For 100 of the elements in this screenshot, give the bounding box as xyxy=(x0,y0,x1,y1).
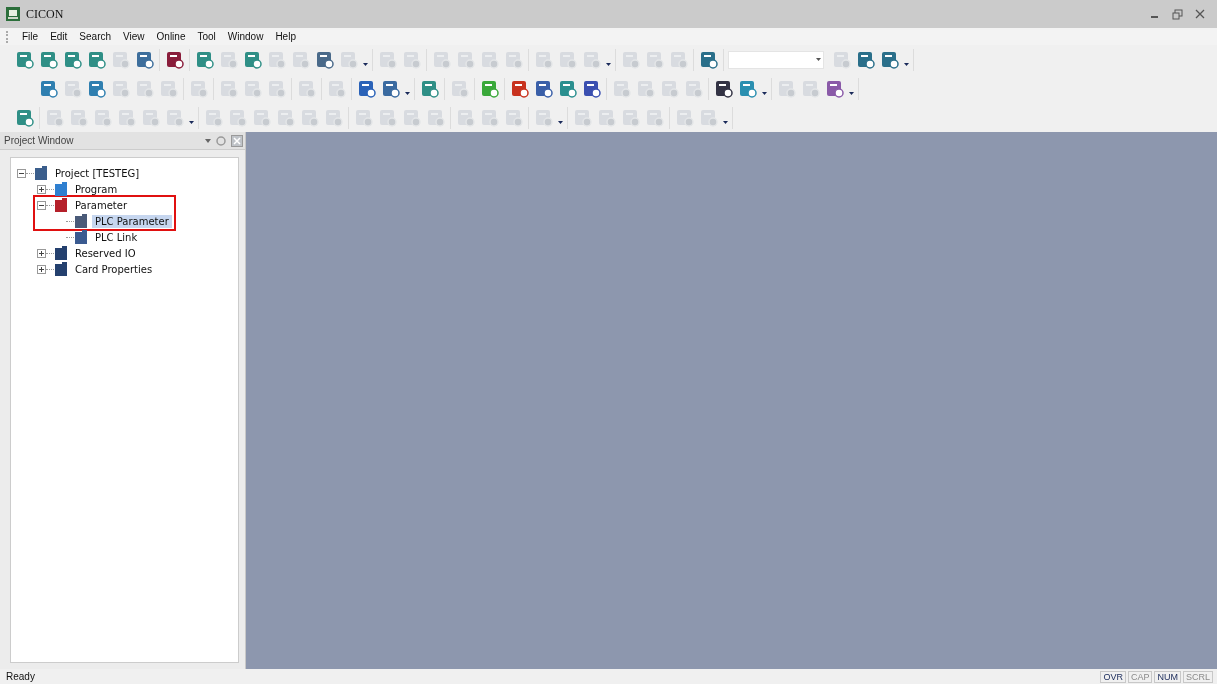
menu-item[interactable]: Search xyxy=(73,31,118,42)
tool-icon xyxy=(39,50,58,69)
tool-icon xyxy=(480,50,499,69)
tool-icon xyxy=(558,50,577,69)
menu-item[interactable]: Edit xyxy=(44,31,74,42)
dropdown-arrow-icon[interactable] xyxy=(363,63,368,66)
menu-item[interactable]: File xyxy=(16,31,45,42)
dropdown-arrow-icon[interactable] xyxy=(849,92,854,95)
dropdown-arrow-icon[interactable] xyxy=(723,121,728,124)
tool-icon xyxy=(645,50,664,69)
tool-icon xyxy=(69,108,88,127)
tool-icon xyxy=(456,108,475,127)
tool-icon xyxy=(880,50,899,69)
tool-icon xyxy=(636,79,655,98)
collapse-icon[interactable] xyxy=(17,168,26,178)
combo-box[interactable] xyxy=(728,50,824,69)
tool-icon xyxy=(267,79,286,98)
tool-icon xyxy=(558,79,577,98)
status-indicator: SCRL xyxy=(1183,670,1213,683)
tool-icon xyxy=(243,79,262,98)
tool-icon xyxy=(324,108,343,127)
tool-icon xyxy=(699,50,718,69)
tool-icon xyxy=(297,79,316,98)
tool-icon xyxy=(597,108,616,127)
tool-icon xyxy=(456,50,475,69)
tool-icon xyxy=(582,50,601,69)
tool-icon xyxy=(378,50,397,69)
tool-icon xyxy=(825,79,844,98)
tool-icon xyxy=(315,50,334,69)
tool-icon xyxy=(219,79,238,98)
tool-icon xyxy=(669,50,688,69)
tool-icon xyxy=(534,50,553,69)
tool-icon xyxy=(141,108,160,127)
close-icon[interactable] xyxy=(231,134,243,147)
expand-icon[interactable] xyxy=(37,184,46,194)
tool-icon xyxy=(450,79,469,98)
tool-icon xyxy=(276,108,295,127)
tool-icon xyxy=(378,108,397,127)
pin-icon[interactable] xyxy=(215,134,227,147)
tool-icon xyxy=(612,79,631,98)
dropdown-arrow-icon xyxy=(816,58,821,61)
dropdown-arrow-icon[interactable] xyxy=(405,92,410,95)
menu-item[interactable]: Window xyxy=(221,31,270,42)
tool-icon xyxy=(510,79,529,98)
tool-icon xyxy=(93,108,112,127)
tool-icon xyxy=(534,108,553,127)
tool-icon xyxy=(111,79,130,98)
tool-icon xyxy=(832,50,851,69)
tool-icon xyxy=(15,50,34,69)
menu-item[interactable]: Online xyxy=(150,31,192,42)
tree-item[interactable]: Project [TESTEG] xyxy=(52,166,143,180)
tool-icon xyxy=(117,108,136,127)
tree-item[interactable]: PLC Parameter xyxy=(92,214,172,228)
status-indicator: NUM xyxy=(1154,670,1181,683)
dropdown-arrow-icon[interactable] xyxy=(762,92,767,95)
tree-item[interactable]: Program xyxy=(72,182,121,196)
tool-icon xyxy=(165,50,184,69)
tool-icon xyxy=(621,50,640,69)
tree-item[interactable]: Card Properties xyxy=(72,262,156,276)
expand-icon[interactable] xyxy=(37,248,46,258)
collapse-icon[interactable] xyxy=(37,200,46,210)
tool-icon xyxy=(135,50,154,69)
tool-icon xyxy=(504,108,523,127)
tool-icon xyxy=(354,108,373,127)
expand-icon[interactable] xyxy=(37,264,46,274)
tool-icon xyxy=(135,79,154,98)
tool-icon xyxy=(165,108,184,127)
tool-icon xyxy=(87,50,106,69)
dropdown-arrow-icon[interactable] xyxy=(558,121,563,124)
tree-item[interactable]: Parameter xyxy=(72,198,131,212)
tool-icon xyxy=(699,108,718,127)
tool-icon xyxy=(480,108,499,127)
tool-icon xyxy=(582,79,601,98)
menu-item[interactable]: View xyxy=(117,31,151,42)
tool-icon xyxy=(480,79,499,98)
tool-icon xyxy=(534,79,553,98)
dropdown-arrow-icon[interactable] xyxy=(189,121,194,124)
tool-icon xyxy=(777,79,796,98)
tool-icon xyxy=(357,79,376,98)
tool-icon xyxy=(339,50,358,69)
app-logo-icon xyxy=(6,7,20,21)
tool-icon xyxy=(621,108,640,127)
status-indicator: CAP xyxy=(1127,670,1153,683)
menu-item[interactable]: Help xyxy=(269,31,302,42)
menu-item[interactable]: Tool xyxy=(191,31,222,42)
dropdown-arrow-icon[interactable] xyxy=(904,63,909,66)
tree-item[interactable]: Reserved IO xyxy=(72,246,139,260)
tool-icon xyxy=(267,50,286,69)
tool-icon xyxy=(856,50,875,69)
status-text: Ready xyxy=(6,671,35,682)
tool-icon xyxy=(63,50,82,69)
tool-icon xyxy=(420,79,439,98)
close-icon[interactable] xyxy=(1195,9,1205,19)
restore-icon[interactable] xyxy=(1172,8,1183,20)
dropdown-arrow-icon[interactable] xyxy=(606,63,611,66)
tool-icon xyxy=(291,50,310,69)
tree-item[interactable]: PLC Link xyxy=(92,230,141,244)
tool-icon xyxy=(63,79,82,98)
tool-icon xyxy=(45,108,64,127)
tool-icon xyxy=(159,79,178,98)
